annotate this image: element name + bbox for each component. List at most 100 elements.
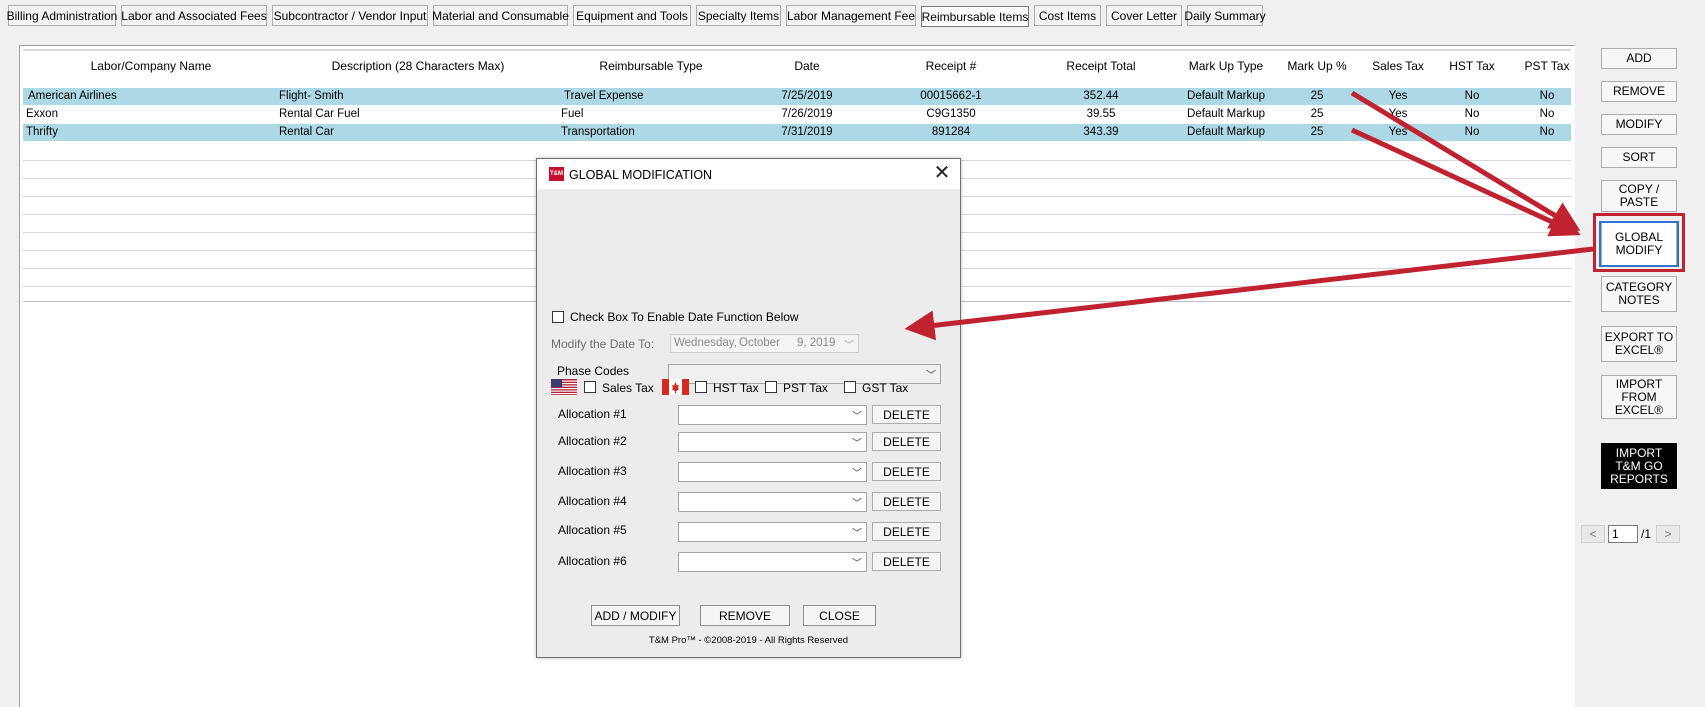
allocation-2-delete-button[interactable]: DELETE bbox=[872, 432, 941, 451]
allocation-2-label: Allocation #2 bbox=[558, 434, 627, 448]
cell-company-name: Thrifty bbox=[26, 126, 58, 138]
enable-date-checkbox[interactable] bbox=[552, 311, 564, 323]
allocation-1-select[interactable]: ﹀ bbox=[678, 405, 867, 425]
prev-page-button[interactable]: < bbox=[1581, 525, 1605, 543]
phase-codes-label: Phase Codes bbox=[557, 364, 630, 378]
tab-material-and-consumable[interactable]: Material and Consumable bbox=[432, 5, 569, 26]
date-month: October bbox=[739, 337, 780, 349]
cell-sales-tax: Yes bbox=[1388, 108, 1408, 120]
column-header-receipt-total[interactable]: Receipt Total bbox=[1066, 59, 1135, 75]
column-header-company-name[interactable]: Labor/Company Name bbox=[91, 59, 212, 75]
import-reports-label-line1: IMPORT bbox=[1615, 445, 1663, 460]
export-to-excel-button[interactable]: EXPORT TO EXCEL® bbox=[1601, 326, 1677, 362]
tab-equipment-and-tools[interactable]: Equipment and Tools bbox=[573, 5, 691, 26]
add-button[interactable]: ADD bbox=[1601, 48, 1677, 69]
cell-hst-tax: No bbox=[1464, 108, 1480, 120]
column-header-date[interactable]: Date bbox=[794, 59, 819, 75]
column-header-receipt-number[interactable]: Receipt # bbox=[926, 59, 977, 75]
chevron-down-icon: ﹀ bbox=[852, 528, 862, 540]
column-header-description[interactable]: Description (28 Characters Max) bbox=[332, 59, 505, 75]
import-excel-label-line1: IMPORT bbox=[1615, 376, 1663, 391]
tab-subcontractor-vendor-input[interactable]: Subcontractor / Vendor Input bbox=[272, 5, 428, 26]
cell-company-name: American Airlines bbox=[28, 90, 117, 102]
allocation-5-select[interactable]: ﹀ bbox=[678, 522, 867, 542]
allocation-1-delete-button[interactable]: DELETE bbox=[872, 405, 941, 424]
chevron-down-icon: ﹀ bbox=[852, 558, 862, 570]
cell-date: 7/26/2019 bbox=[781, 108, 833, 120]
cell-markup-type: Default Markup bbox=[1187, 108, 1265, 120]
import-excel-label-line3: EXCEL® bbox=[1614, 402, 1664, 417]
allocation-3-delete-button[interactable]: DELETE bbox=[872, 462, 941, 481]
remove-button[interactable]: REMOVE bbox=[1601, 81, 1677, 102]
tab-specialty-items[interactable]: Specialty Items bbox=[696, 5, 781, 26]
cell-markup-percent: 25 bbox=[1310, 90, 1324, 102]
modify-button[interactable]: MODIFY bbox=[1601, 114, 1677, 135]
copy-paste-label-line2: PASTE bbox=[1619, 195, 1659, 209]
page-total: /1 bbox=[1641, 527, 1652, 541]
column-header-reimbursable-type[interactable]: Reimbursable Type bbox=[599, 59, 702, 75]
copy-paste-button[interactable]: COPY / PASTE bbox=[1601, 180, 1677, 212]
sales-tax-checkbox[interactable] bbox=[584, 381, 596, 393]
table-row[interactable]: American Airlines Flight- Smith Travel E… bbox=[23, 88, 1571, 105]
close-button[interactable]: CLOSE bbox=[803, 605, 876, 626]
category-notes-button[interactable]: CATEGORY NOTES bbox=[1601, 276, 1677, 312]
date-picker[interactable]: Wednesday, October 9, 2019 ﹀ bbox=[670, 334, 859, 353]
cell-description: Rental Car bbox=[279, 126, 334, 138]
column-header-markup-percent[interactable]: Mark Up % bbox=[1287, 59, 1346, 75]
column-header-pst-tax[interactable]: PST Tax bbox=[1525, 59, 1570, 75]
sort-button[interactable]: SORT bbox=[1601, 147, 1677, 168]
cell-markup-percent: 25 bbox=[1310, 126, 1324, 138]
dialog-titlebar: T&M GLOBAL MODIFICATION ✕ bbox=[537, 159, 960, 189]
gst-tax-checkbox[interactable] bbox=[844, 381, 856, 393]
enable-date-label: Check Box To Enable Date Function Below bbox=[570, 310, 799, 324]
next-page-button[interactable]: > bbox=[1656, 525, 1680, 543]
cell-receipt-total: 352.44 bbox=[1083, 90, 1119, 102]
allocation-6-delete-button[interactable]: DELETE bbox=[872, 552, 941, 571]
date-day-year: 9, 2019 bbox=[797, 337, 836, 349]
cell-description: Flight- Smith bbox=[279, 90, 344, 102]
modify-date-label: Modify the Date To: bbox=[551, 337, 655, 351]
column-header-hst-tax[interactable]: HST Tax bbox=[1449, 59, 1495, 75]
cell-receipt-total: 39.55 bbox=[1086, 108, 1116, 120]
tab-billing-administration[interactable]: Billing Administration bbox=[7, 5, 117, 26]
cell-markup-type: Default Markup bbox=[1187, 90, 1265, 102]
cell-date: 7/25/2019 bbox=[781, 90, 833, 102]
tab-reimbursable-items[interactable]: Reimbursable Items bbox=[921, 6, 1029, 27]
allocation-4-label: Allocation #4 bbox=[558, 494, 627, 508]
import-from-excel-button[interactable]: IMPORT FROM EXCEL® bbox=[1601, 375, 1677, 419]
tab-labor-and-associated-fees[interactable]: Labor and Associated Fees bbox=[121, 5, 267, 26]
allocation-5-delete-button[interactable]: DELETE bbox=[872, 522, 941, 541]
table-row[interactable]: Thrifty Rental Car Transportation 7/31/2… bbox=[23, 124, 1571, 141]
allocation-4-delete-button[interactable]: DELETE bbox=[872, 492, 941, 511]
tab-bar: Billing Administration Labor and Associa… bbox=[0, 0, 1705, 32]
tm-app-icon: T&M bbox=[549, 167, 564, 181]
cell-company-name: Exxon bbox=[26, 108, 58, 120]
allocation-2-select[interactable]: ﹀ bbox=[678, 432, 867, 452]
tab-cover-letter[interactable]: Cover Letter bbox=[1106, 5, 1182, 26]
pst-tax-label: PST Tax bbox=[783, 381, 828, 395]
tab-cost-items[interactable]: Cost Items bbox=[1034, 5, 1101, 26]
remove-button-dialog[interactable]: REMOVE bbox=[700, 605, 790, 626]
import-reports-label-line2: T&M GO bbox=[1615, 458, 1663, 473]
gst-tax-label: GST Tax bbox=[862, 381, 909, 395]
page-number-input[interactable]: 1 bbox=[1608, 525, 1638, 543]
allocation-6-label: Allocation #6 bbox=[558, 554, 627, 568]
allocation-4-select[interactable]: ﹀ bbox=[678, 492, 867, 512]
import-tm-go-reports-button[interactable]: IMPORT T&M GO REPORTS bbox=[1601, 443, 1677, 489]
cell-description: Rental Car Fuel bbox=[279, 108, 360, 120]
table-row[interactable]: Exxon Rental Car Fuel Fuel 7/26/2019 C9G… bbox=[23, 106, 1571, 123]
allocation-3-select[interactable]: ﹀ bbox=[678, 462, 867, 482]
cell-sales-tax: Yes bbox=[1388, 90, 1408, 102]
allocation-5-label: Allocation #5 bbox=[558, 523, 627, 537]
pst-tax-checkbox[interactable] bbox=[765, 381, 777, 393]
tab-labor-management-fee[interactable]: Labor Management Fee bbox=[786, 5, 916, 26]
add-modify-button[interactable]: ADD / MODIFY bbox=[591, 605, 680, 626]
close-icon[interactable]: ✕ bbox=[931, 163, 953, 185]
column-header-markup-type[interactable]: Mark Up Type bbox=[1189, 59, 1263, 75]
hst-tax-checkbox[interactable] bbox=[695, 381, 707, 393]
column-header-sales-tax[interactable]: Sales Tax bbox=[1372, 59, 1424, 75]
tab-daily-summary[interactable]: Daily Summary bbox=[1184, 5, 1266, 26]
allocation-6-select[interactable]: ﹀ bbox=[678, 552, 867, 572]
cell-receipt-number: 891284 bbox=[931, 126, 971, 138]
cell-pst-tax: No bbox=[1539, 108, 1555, 120]
